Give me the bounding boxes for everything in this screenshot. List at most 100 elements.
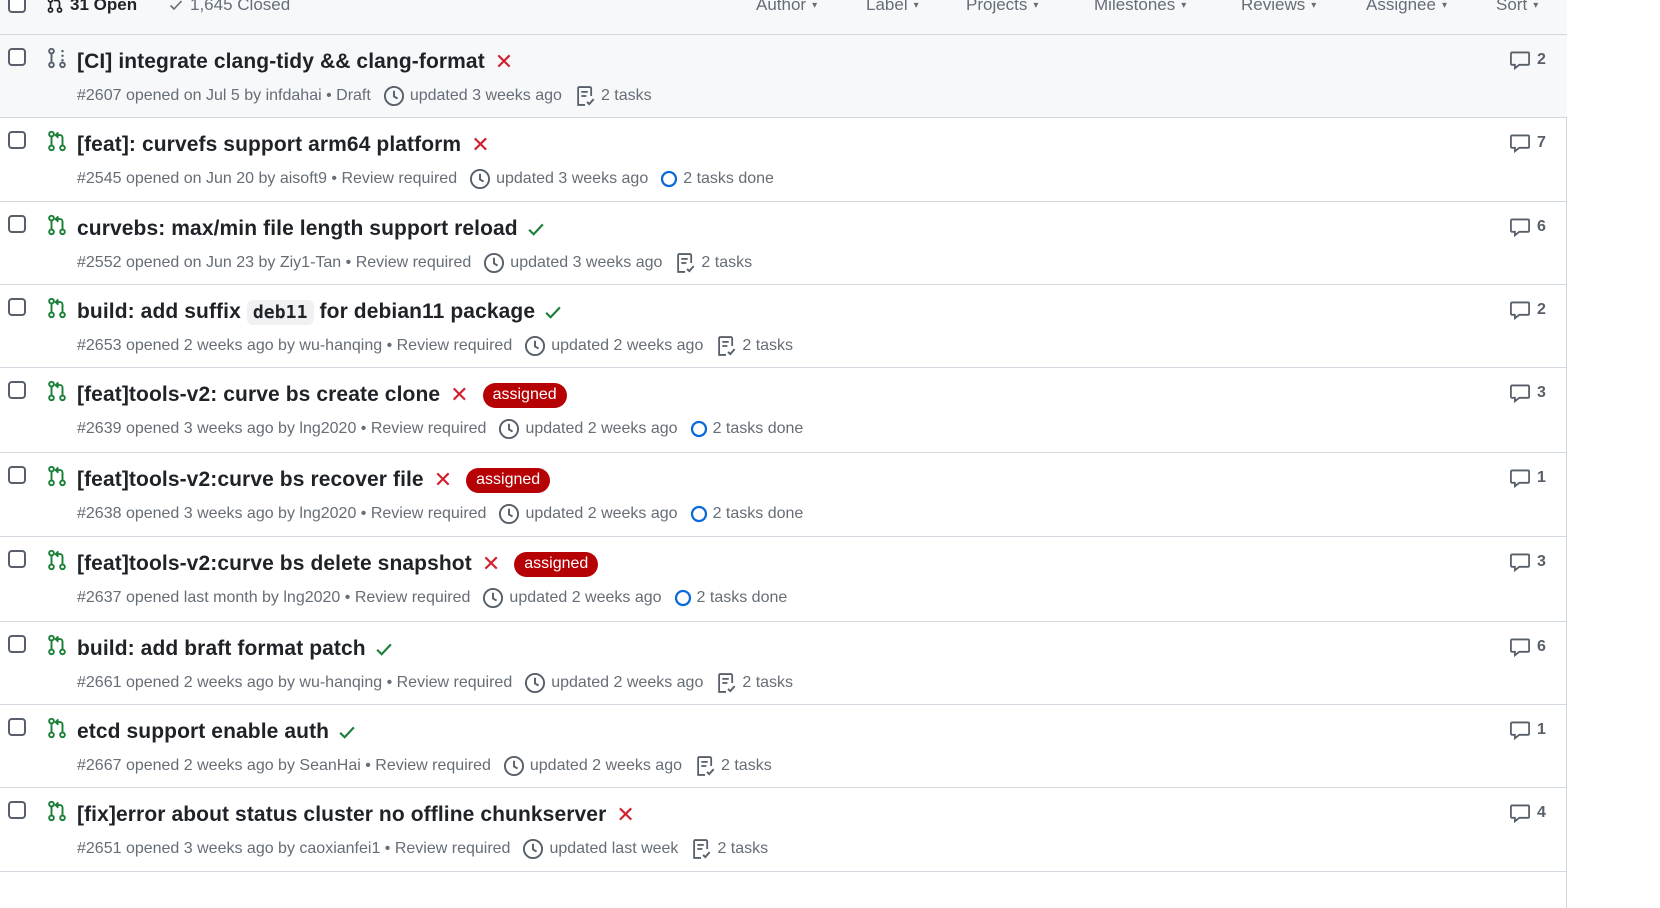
tasklist-icon [677,253,695,273]
pull-request-title-link[interactable]: [CI] integrate clang-tidy && clang-forma… [77,50,485,74]
comments-link[interactable]: 1 [1509,719,1546,741]
tasks-text[interactable]: 2 tasks [601,87,652,105]
open-pull-request-icon [48,634,66,656]
opened-by-text: #2607 opened on Jul 5 by infdahai • Draf… [77,87,371,104]
clock-icon [470,168,491,190]
select-checkbox[interactable] [8,131,26,149]
ci-success-status[interactable] [526,219,546,239]
select-checkbox[interactable] [8,550,26,568]
tasklist-icon [697,756,715,776]
tasks-indicator [690,420,708,438]
comments-link[interactable]: 7 [1509,132,1546,154]
pull-request-title-link[interactable]: [feat]tools-v2:curve bs delete snapshot [77,552,472,576]
tasks-indicator [690,505,708,523]
ci-failure-x-icon[interactable]: ✕ [434,469,452,491]
pull-request-title-link[interactable]: build: add braft format patch [77,637,366,661]
closed-filter-tab[interactable]: 1,645 Closed [168,0,290,15]
open-pr-status [46,634,68,656]
select-checkbox[interactable] [8,48,26,66]
title-line: [fix]error about status cluster no offli… [77,800,635,830]
select-checkbox[interactable] [8,298,26,316]
author-filter[interactable]: Author ▾ [756,0,817,15]
pull-request-row: [feat]tools-v2:curve bs recover file ✕ ass… [0,453,1567,537]
tasks-text[interactable]: 2 tasks [742,337,793,355]
ci-success-status[interactable] [543,302,563,322]
label-filter[interactable]: Label ▾ [866,0,919,15]
updated-clock [498,418,520,440]
ci-failure-x-icon[interactable]: ✕ [616,804,634,826]
pull-request-title-link[interactable]: [feat]tools-v2: curve bs create clone [77,383,440,407]
pull-request-row: [fix]error about status cluster no offli… [0,788,1567,872]
comments-link[interactable]: 3 [1509,382,1546,404]
draft-pr-status [46,47,68,69]
tasks-text[interactable]: 2 tasks [742,674,793,692]
projects-filter[interactable]: Projects ▾ [966,0,1038,15]
closed-count-label: 1,645 Closed [190,0,291,14]
reviews-filter[interactable]: Reviews ▾ [1241,0,1316,15]
comment-count: 2 [1537,301,1546,318]
ci-success-check-icon [339,726,355,739]
updated-text: updated 2 weeks ago [525,505,678,522]
label-assigned[interactable]: assigned [482,382,567,408]
open-pull-request-icon [48,214,66,236]
comments-link[interactable]: 2 [1509,49,1546,71]
pull-request-row: curvebs: max/min file length support rel… [0,202,1567,285]
comment-count: 2 [1537,51,1546,68]
open-pull-request-icon [48,465,66,487]
pull-request-title-link[interactable]: etcd support enable auth [77,720,329,744]
updated-clock [469,168,491,190]
open-pr-status [46,130,68,152]
ci-failure-x-icon[interactable]: ✕ [482,553,500,575]
comment-count: 6 [1537,218,1546,235]
open-pr-status [46,717,68,739]
select-checkbox[interactable] [8,215,26,233]
pull-request-title-link[interactable]: [fix]error about status cluster no offli… [77,803,606,827]
select-all-checkbox[interactable] [8,0,26,13]
label-assigned[interactable]: assigned [514,551,599,577]
tasks-text[interactable]: 2 tasks [701,254,752,272]
tasks-text[interactable]: 2 tasks done [713,505,804,523]
title-text: build: add suffix [77,300,241,323]
ci-success-status[interactable] [374,639,394,659]
pull-request-title-link[interactable]: [feat]tools-v2:curve bs recover file [77,468,424,492]
comments-link[interactable]: 1 [1509,467,1546,489]
pull-request-row: build: add braft format patch #2661 opene… [0,622,1567,705]
tasks-text[interactable]: 2 tasks done [713,420,804,438]
clock-icon [523,838,544,860]
tasks-indicator [715,672,737,694]
comments-link[interactable]: 2 [1509,299,1546,321]
comments-link[interactable]: 6 [1509,216,1546,238]
ci-failure-x-icon[interactable]: ✕ [471,134,489,156]
select-checkbox[interactable] [8,718,26,736]
clock-icon [383,85,404,107]
select-checkbox[interactable] [8,801,26,819]
label-assigned[interactable]: assigned [466,467,551,493]
open-filter-tab[interactable]: 31 Open [46,0,137,15]
tasks-text[interactable]: 2 tasks done [683,170,774,188]
pull-request-meta: #2552 opened on Jun 23 by Ziy1-Tan • Rev… [77,252,752,274]
tasks-text[interactable]: 2 tasks [717,840,768,858]
comments-link[interactable]: 4 [1509,802,1546,824]
ci-success-status[interactable] [337,722,357,742]
pull-request-title-link[interactable]: curvebs: max/min file length support rel… [77,217,518,241]
select-checkbox[interactable] [8,635,26,653]
updated-text: updated 2 weeks ago [509,589,662,606]
opened-by-text: #2653 opened 2 weeks ago by wu-hanqing •… [77,337,513,354]
label-filter-label: Label [866,0,908,14]
ci-failure-x-icon[interactable]: ✕ [495,51,513,73]
tasks-text[interactable]: 2 tasks done [697,589,788,607]
pull-request-title-link[interactable]: [feat]: curvefs support arm64 platform [77,133,461,157]
comments-link[interactable]: 6 [1509,636,1546,658]
assignee-filter[interactable]: Assignee ▾ [1366,0,1447,15]
comments-link[interactable]: 3 [1509,551,1546,573]
comment-icon [1510,218,1530,238]
sort-filter[interactable]: Sort ▾ [1496,0,1538,15]
ci-failure-x-icon[interactable]: ✕ [450,384,468,406]
tasks-text[interactable]: 2 tasks [721,757,772,775]
pull-request-title-link[interactable]: build: add suffix deb11 for debian11 packa… [77,300,535,325]
select-checkbox[interactable] [8,466,26,484]
caret-down-icon: ▾ [812,0,818,11]
opened-by-text: #2545 opened on Jun 20 by aisoft9 • Revi… [77,170,458,187]
select-checkbox[interactable] [8,381,26,399]
milestones-filter[interactable]: Milestones ▾ [1094,0,1186,15]
